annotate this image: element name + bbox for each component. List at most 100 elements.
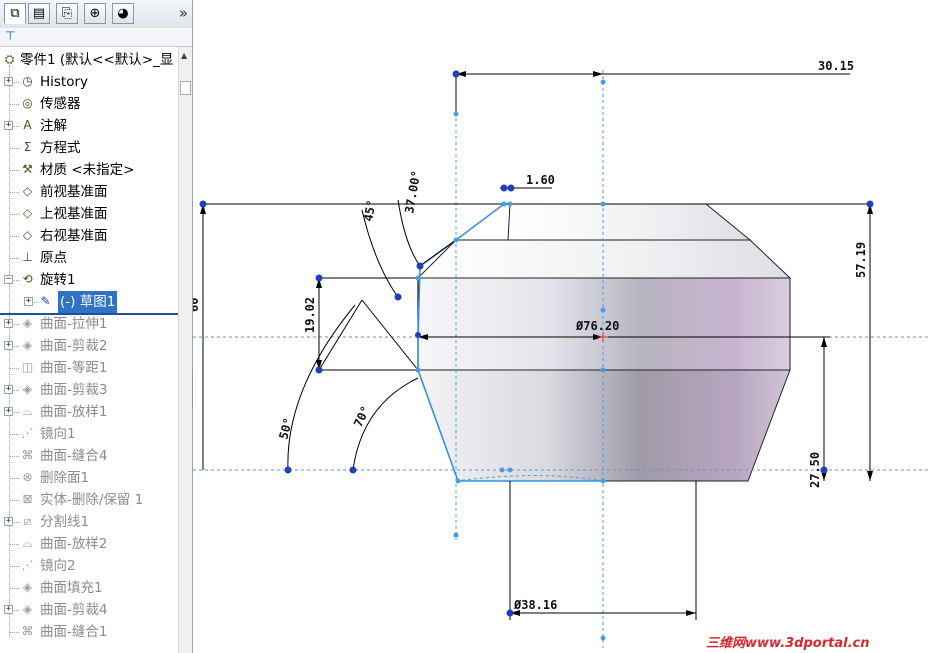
tree-item-label: 传感器 [40, 96, 81, 112]
annotation-icon: A [23, 118, 32, 132]
dim-height-lower[interactable]: 27.50 [808, 452, 822, 488]
feature-manager-tab[interactable]: ⧉ [4, 3, 26, 24]
expand-icon[interactable]: + [4, 605, 13, 614]
dim-small-offset[interactable]: 1.60 [526, 173, 555, 187]
rollback-bar[interactable] [0, 313, 178, 315]
tree-item[interactable]: ⌓ 曲面-放样2 [0, 533, 178, 555]
tree-item[interactable]: ⌘ 曲面-缝合4 [0, 445, 178, 467]
dim-height-mid[interactable]: 19.02 [303, 297, 317, 333]
mirror-icon: ⋰ [21, 558, 34, 572]
tree-item[interactable]: + ◈ 曲面-剪裁3 [0, 379, 178, 401]
tree-item[interactable]: ⌘ 曲面-缝合1 [0, 621, 178, 643]
tree-item-label: 注解 [40, 118, 67, 134]
tree-item[interactable]: ⊗ 删除面1 [0, 467, 178, 489]
tree-item[interactable]: + ⧄ 分割线1 [0, 511, 178, 533]
scroll-thumb[interactable] [180, 81, 191, 95]
tree-item-label: 曲面-缝合4 [40, 448, 108, 464]
surface-trim-icon: ◈ [22, 382, 33, 396]
tree-item-label: 实体-删除/保留 1 [40, 492, 144, 508]
tree-item-label: 分割线1 [40, 514, 90, 530]
delete-body-icon: ⊠ [22, 492, 33, 506]
tree-item[interactable]: + ◈ 曲面-剪裁2 [0, 335, 178, 357]
surface-loft-icon: ⌓ [22, 536, 33, 550]
dimxpert-tab[interactable]: ⊕ [84, 3, 106, 24]
tree-item[interactable]: ◫ 曲面-等距1 [0, 357, 178, 379]
tree-item[interactable]: + ✎ (-) 草图1 [0, 291, 178, 313]
tree-scrollbar[interactable]: ▲ [178, 47, 192, 653]
equation-icon: Σ [23, 140, 32, 154]
watermark: 三维网www.3dportal.cn [706, 636, 870, 651]
revolve-icon: ⟲ [22, 272, 33, 286]
dim-diameter-bottom[interactable]: Ø38.16 [513, 598, 557, 612]
tree-item[interactable]: ◇ 前视基准面 [0, 181, 178, 203]
property-manager-tab[interactable]: ▤ [28, 3, 50, 24]
tree-item[interactable]: + ◷ History [0, 71, 178, 93]
tree-item-label: 曲面-剪裁2 [40, 338, 108, 354]
expand-icon[interactable]: + [4, 385, 13, 394]
tree-item[interactable]: Σ 方程式 [0, 137, 178, 159]
more-tabs-icon[interactable]: » [179, 4, 188, 22]
expand-icon[interactable]: + [4, 121, 13, 130]
tree-item[interactable]: ◈ 曲面填充1 [0, 577, 178, 599]
collapse-icon[interactable]: − [4, 275, 13, 284]
dim-top-width[interactable]: 30.15 [818, 59, 854, 73]
tree-item[interactable]: ⚒ 材质 <未指定> [0, 159, 178, 181]
tree-item[interactable]: ⊥ 原点 [0, 247, 178, 269]
tree-connector [9, 192, 19, 193]
tree-item-label: 删除面1 [40, 470, 90, 486]
delete-face-icon: ⊗ [22, 470, 33, 484]
tree-connector [9, 214, 19, 215]
expand-icon[interactable]: + [4, 77, 13, 86]
tree-connector [9, 170, 19, 171]
tree-item-label: 方程式 [40, 140, 81, 156]
surface-extrude-icon: ◈ [22, 316, 33, 330]
tree-item-label: 前视基准面 [40, 184, 108, 200]
tree-item[interactable]: + ◈ 曲面-拉伸1 [0, 313, 178, 335]
tree-item[interactable]: ⊠ 实体-删除/保留 1 [0, 489, 178, 511]
tree-item[interactable]: ◇ 上视基准面 [0, 203, 178, 225]
tree-connector [9, 104, 19, 105]
sensor-icon: ◎ [22, 96, 33, 110]
tree-item-label: 曲面-剪裁4 [40, 602, 108, 618]
surface-trim-icon: ◈ [22, 338, 33, 352]
expand-icon[interactable]: + [4, 319, 13, 328]
filter-bar: ⊤ [0, 28, 192, 47]
expand-icon[interactable]: + [4, 517, 13, 526]
dim-cut-label[interactable]: 60 [193, 298, 201, 312]
tree-item[interactable]: − ⟲ 旋转1 [0, 269, 178, 291]
surface-trim-icon: ◈ [22, 602, 33, 616]
origin-icon: ⊥ [22, 250, 33, 264]
tree-connector [9, 456, 19, 457]
dim-diameter-mid[interactable]: Ø76.20 [575, 319, 619, 333]
tree-item[interactable]: ◎ 传感器 [0, 93, 178, 115]
dim-height-total[interactable]: 57.19 [854, 242, 868, 278]
tree-item-label: 镜向2 [40, 558, 76, 574]
feature-manager-icon: ⧉ [10, 6, 20, 21]
property-manager-icon: ▤ [32, 6, 46, 21]
tree-item[interactable]: ◇ 右视基准面 [0, 225, 178, 247]
tree-item[interactable]: ⋰ 镜向2 [0, 555, 178, 577]
expand-icon[interactable]: + [4, 341, 13, 350]
tree-item[interactable]: ⋰ 镜向1 [0, 423, 178, 445]
scroll-up-icon[interactable]: ▲ [181, 51, 187, 60]
plane-icon: ◇ [22, 184, 33, 198]
tree-item-label: 上视基准面 [40, 206, 108, 222]
tree-item[interactable]: + A 注解 [0, 115, 178, 137]
tree-connector [9, 368, 19, 369]
plane-icon: ◇ [22, 228, 33, 242]
part-icon: ⛭ [4, 52, 15, 66]
configuration-manager-tab[interactable]: ⎘ [56, 3, 78, 24]
filter-icon[interactable]: ⊤ [5, 29, 15, 43]
mirror-icon: ⋰ [21, 426, 34, 440]
expand-icon[interactable]: + [4, 407, 13, 416]
expand-icon[interactable]: + [24, 297, 33, 306]
surface-offset-icon: ◫ [21, 360, 34, 374]
graphics-area[interactable]: 30.15 1.60 Ø76.20 Ø38.16 57.19 19.02 27.… [193, 0, 928, 653]
tree-item[interactable]: ⛭ 零件1 (默认<<默认>_显 [0, 49, 178, 71]
tree-item[interactable]: + ⌓ 曲面-放样1 [0, 401, 178, 423]
display-manager-tab[interactable]: ◕ [112, 3, 134, 24]
surface-knit-icon: ⌘ [21, 448, 34, 462]
panel-tab-bar: ⧉ ▤ ⎘ ⊕ ◕ » [0, 0, 192, 29]
tree-item-label: 曲面-缝合1 [40, 624, 108, 640]
tree-item[interactable]: + ◈ 曲面-剪裁4 [0, 599, 178, 621]
